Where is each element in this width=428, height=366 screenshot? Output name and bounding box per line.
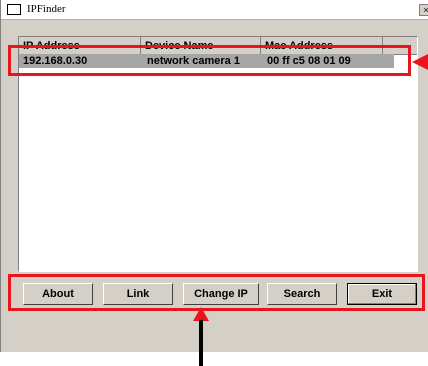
left-arrow-icon — [412, 54, 428, 70]
title-bar[interactable]: IPFinder × — [1, 0, 428, 20]
buttons-highlight-box — [8, 274, 425, 311]
app-icon — [7, 4, 21, 15]
window-title: IPFinder — [27, 3, 66, 15]
arrow-shaft — [199, 320, 203, 366]
list-row-highlight-box — [8, 45, 411, 76]
close-button[interactable]: × — [419, 4, 428, 16]
up-arrow-icon — [193, 307, 209, 321]
